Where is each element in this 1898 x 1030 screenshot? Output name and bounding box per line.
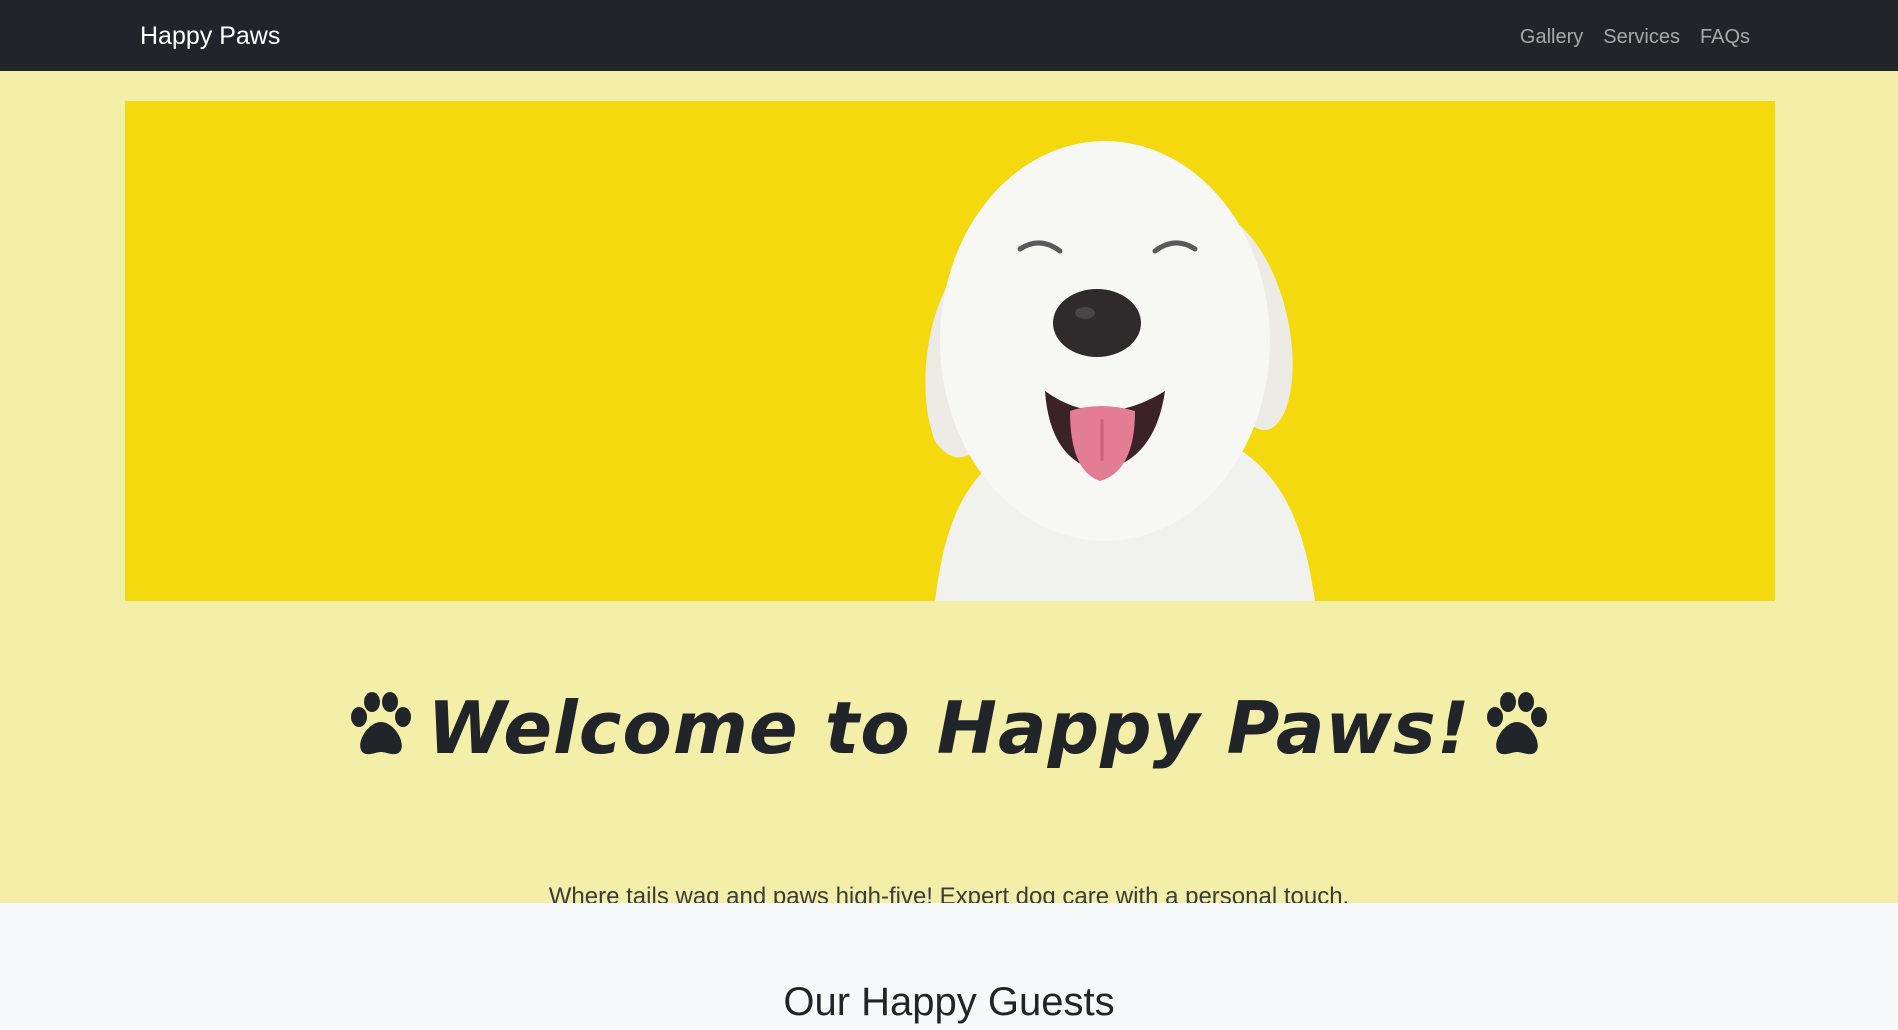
guests-section: Our Happy Guests [0,903,1898,1030]
paw-icon [1481,688,1553,778]
nav-link-services[interactable]: Services [1603,23,1680,51]
nav-links: Gallery Services FAQs [1520,23,1750,51]
brand-link[interactable]: Happy Paws [140,20,280,52]
hero-section: Welcome to Happy Paws! Where tails wag a… [0,71,1898,910]
hero-dog-image [125,101,1775,601]
paw-icon [345,688,417,778]
nav-link-gallery[interactable]: Gallery [1520,23,1583,51]
guests-title: Our Happy Guests [783,980,1115,1024]
navbar: Happy Paws Gallery Services FAQs [0,0,1898,71]
nav-link-faqs[interactable]: FAQs [1700,23,1750,51]
hero-title: Welcome to Happy Paws! [0,683,1898,778]
hero-title-text: Welcome to Happy Paws! [427,686,1471,770]
